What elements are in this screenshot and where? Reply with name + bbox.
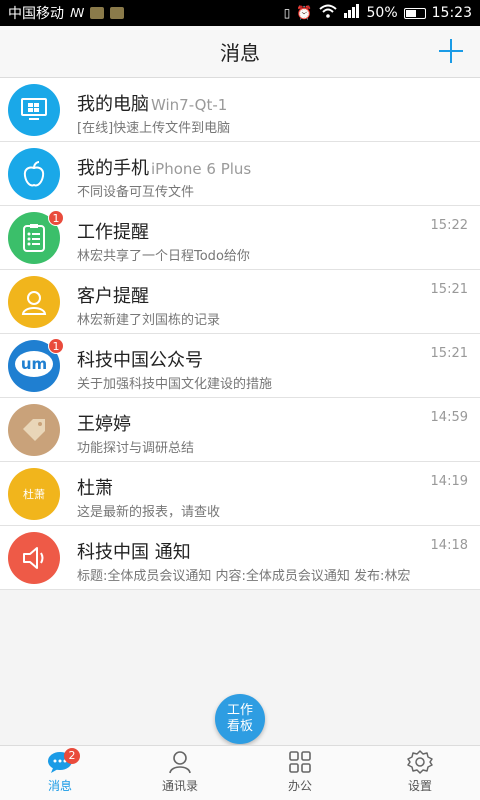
apple-icon bbox=[8, 148, 60, 200]
message-preview: 标题:全体成员会议通知 内容:全体成员会议通知 发布:林宏 bbox=[77, 569, 411, 584]
message-time: 15:22 bbox=[430, 218, 468, 233]
message-preview: 功能探讨与调研总结 bbox=[77, 441, 195, 456]
tab-settings[interactable]: 设置 bbox=[360, 746, 480, 800]
work-board-button[interactable]: 工作 看板 bbox=[215, 694, 265, 744]
svg-text:um: um bbox=[21, 355, 47, 373]
device-label: iPhone 6 Plus bbox=[151, 160, 252, 178]
bottom-tab-bar: 2 消息 通讯录 办公 设置 bbox=[0, 745, 480, 800]
tab-contacts[interactable]: 通讯录 bbox=[120, 746, 240, 800]
battery-icon bbox=[403, 7, 426, 19]
clock: 15:23 bbox=[431, 5, 472, 21]
list-item[interactable]: 客户提醒 林宏新建了刘国栋的记录 15:21 bbox=[0, 270, 480, 334]
tab-label: 消息 bbox=[47, 779, 72, 793]
fab-label-line2: 看板 bbox=[226, 719, 253, 734]
battery-percent: 50% bbox=[366, 5, 398, 21]
tab-office[interactable]: 办公 bbox=[240, 746, 360, 800]
unread-badge: 1 bbox=[48, 338, 64, 354]
message-preview: 林宏共享了一个日程Todo给你 bbox=[77, 249, 250, 264]
contact-name: 科技中国 通知 bbox=[77, 542, 191, 563]
page-title: 消息 bbox=[220, 41, 260, 65]
list-item[interactable]: 我的手机 iPhone 6 Plus 不同设备可互传文件 bbox=[0, 142, 480, 206]
message-time: 14:59 bbox=[430, 410, 468, 425]
vibrate-icon: ▯ bbox=[283, 6, 291, 20]
tag-photo-icon bbox=[8, 404, 60, 456]
text-avatar-icon: 杜萧 bbox=[8, 468, 60, 520]
add-plus-icon[interactable] bbox=[436, 36, 466, 66]
message-preview: 不同设备可互传文件 bbox=[77, 185, 195, 200]
message-time: 14:18 bbox=[430, 538, 468, 553]
message-list: 我的电脑 Win7-Qt-1 [在线]快速上传文件到电脑 我的手机 iPhone 6… bbox=[0, 78, 480, 590]
fab-label-line1: 工作 bbox=[226, 703, 253, 718]
contact-name: 我的手机 iPhone 6 Plus bbox=[77, 158, 252, 179]
tab-messages[interactable]: 2 消息 bbox=[0, 746, 120, 800]
status-bar: 中国移动 ꟿ ▯ ⏰ 50% 15:23 bbox=[0, 0, 480, 26]
list-item[interactable]: 杜萧 杜萧 这是最新的报表，请查收 14:19 bbox=[0, 462, 480, 526]
unread-badge: 1 bbox=[48, 210, 64, 226]
wifi-icon bbox=[318, 4, 337, 22]
list-item[interactable]: 王婷婷 功能探讨与调研总结 14:59 bbox=[0, 398, 480, 462]
device-label: Win7-Qt-1 bbox=[151, 96, 228, 114]
message-preview: 这是最新的报表，请查收 bbox=[77, 505, 221, 520]
message-time: 15:21 bbox=[430, 282, 468, 297]
grid-icon bbox=[287, 750, 313, 774]
tab-label: 通讯录 bbox=[161, 779, 198, 793]
avatar-text: 杜萧 bbox=[23, 488, 45, 501]
app-header: 消息 bbox=[0, 26, 480, 78]
carrier-label: 中国移动 bbox=[8, 6, 64, 22]
message-time: 14:19 bbox=[430, 474, 468, 489]
contact-name: 工作提醒 bbox=[77, 222, 149, 243]
notification-gallery-icon bbox=[110, 7, 125, 19]
tab-label: 办公 bbox=[287, 779, 312, 793]
contact-name: 我的电脑 Win7-Qt-1 bbox=[77, 94, 228, 115]
computer-icon bbox=[8, 84, 60, 136]
user-icon bbox=[8, 276, 60, 328]
contact-name: 杜萧 bbox=[77, 478, 113, 499]
message-preview: [在线]快速上传文件到电脑 bbox=[77, 121, 231, 136]
list-item[interactable]: 1 工作提醒 林宏共享了一个日程Todo给你 15:22 bbox=[0, 206, 480, 270]
message-preview: 关于加强科技中国文化建设的措施 bbox=[77, 377, 273, 392]
list-item[interactable]: 科技中国 通知 标题:全体成员会议通知 内容:全体成员会议通知 发布:林宏 14… bbox=[0, 526, 480, 590]
speaker-icon bbox=[8, 532, 60, 584]
gear-icon bbox=[407, 750, 433, 774]
signal-extra-icon: ꟿ bbox=[70, 6, 85, 20]
contacts-icon bbox=[167, 750, 193, 774]
list-item[interactable]: 我的电脑 Win7-Qt-1 [在线]快速上传文件到电脑 bbox=[0, 78, 480, 142]
list-item[interactable]: um 1 科技中国公众号 关于加强科技中国文化建设的措施 15:21 bbox=[0, 334, 480, 398]
tab-unread-badge: 2 bbox=[64, 748, 80, 764]
notification-image-icon bbox=[90, 7, 105, 19]
contact-name: 王婷婷 bbox=[77, 414, 131, 435]
alarm-icon: ⏰ bbox=[296, 5, 313, 21]
tab-label: 设置 bbox=[407, 779, 432, 793]
cell-signal-icon bbox=[343, 4, 361, 22]
message-preview: 林宏新建了刘国栋的记录 bbox=[77, 313, 221, 328]
contact-name: 科技中国公众号 bbox=[77, 350, 203, 371]
message-time: 15:21 bbox=[430, 346, 468, 361]
contact-name: 客户提醒 bbox=[77, 286, 149, 307]
